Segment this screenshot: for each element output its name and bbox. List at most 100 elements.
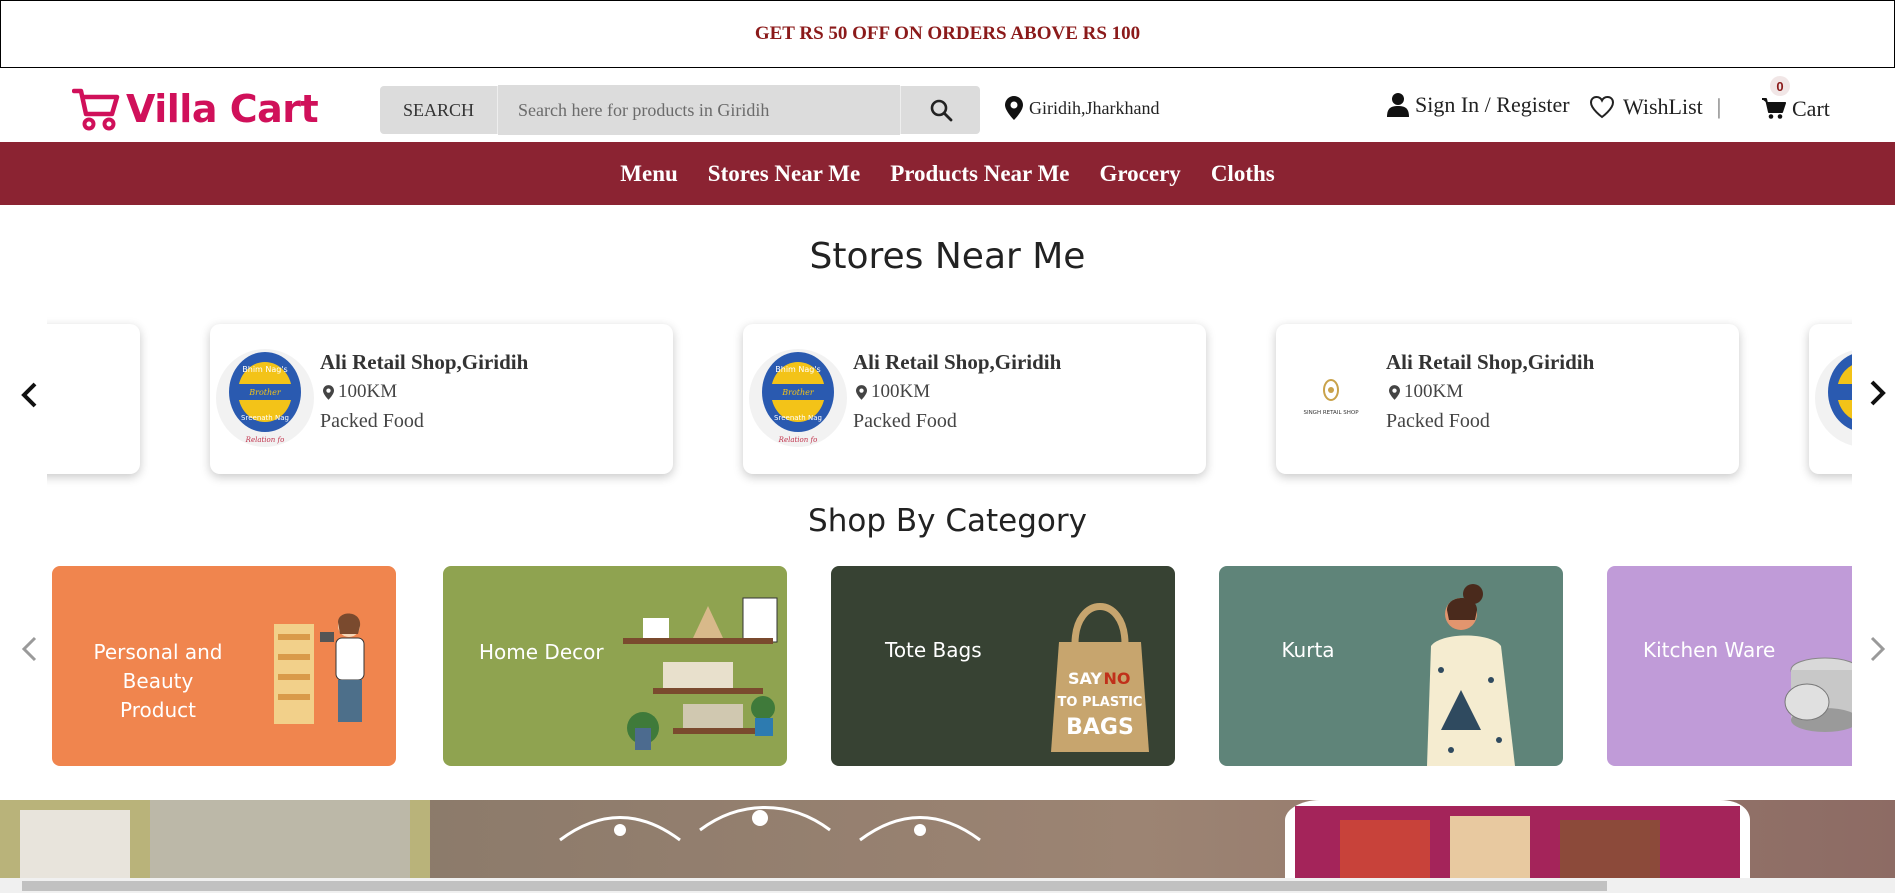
cart-count-badge: 0 (1770, 76, 1790, 96)
category-card-home-decor[interactable]: Home Decor (443, 566, 787, 766)
bhim-logo-mid-text: Brother (781, 388, 815, 397)
bhim-nags-brand-logo: Bhim Nag's Brother Sreenath Nag Relation… (762, 352, 834, 444)
category-card-personal-beauty[interactable]: Personal and Beauty Product (52, 566, 396, 766)
bhim-nags-brand-logo (1828, 354, 1852, 430)
cart-link[interactable]: Cart (1762, 96, 1830, 122)
category-label-line1: Personal and Beauty (93, 640, 223, 693)
stores-prev-arrow[interactable] (16, 380, 42, 410)
promo-image-banner[interactable] (0, 800, 1895, 882)
store-card[interactable]: Bhim Nag's Brother Sreenath Nag Relation… (210, 324, 673, 474)
map-pin-icon (1005, 96, 1023, 120)
bhim-logo-bottom-text: Sreenath Nag (774, 414, 822, 422)
store-card-partial-right[interactable] (1809, 324, 1852, 474)
category-label-line2: Product (120, 698, 196, 722)
heart-icon (1589, 95, 1615, 119)
category-next-arrow[interactable] (1865, 634, 1891, 664)
nav-products-near-me[interactable]: Products Near Me (890, 161, 1069, 187)
chevron-left-icon (21, 382, 37, 408)
store-name: Ali Retail Shop,Giridih (853, 350, 1062, 374)
bhim-logo-top-text: Bhim Nag's (242, 365, 287, 374)
stores-carousel: Bhim Nag's Brother Sreenath Nag Relation… (47, 310, 1852, 500)
tote-bag-illustration: SAY NO TO PLASTIC BAGS (1051, 603, 1149, 752)
store-category: Packed Food (1386, 410, 1490, 432)
bhim-logo-bottom-text: Sreenath Nag (241, 414, 289, 422)
header: Villa Cart SEARCH Giridih,Jharkhand Sign… (0, 68, 1895, 142)
brand-logo[interactable]: Villa Cart (72, 86, 319, 132)
steel-pot-illustration (1784, 657, 1852, 732)
bhim-logo-tag-text: Relation fo (245, 436, 285, 444)
category-label: Kurta (1281, 638, 1335, 662)
search-bar: SEARCH (380, 85, 980, 135)
woman-shopping-illustration (274, 613, 365, 724)
promo-banner: GET RS 50 OFF ON ORDERS ABOVE RS 100 (0, 0, 1895, 68)
map-pin-icon (856, 384, 867, 400)
store-card-partial-left[interactable] (47, 324, 140, 474)
location-text: Giridih,Jharkhand (1029, 97, 1160, 118)
store-distance: 100KM (856, 381, 930, 403)
nav-stores-near-me[interactable]: Stores Near Me (708, 161, 860, 187)
wishlist-label: WishList (1623, 94, 1703, 119)
nav-separator: | (1716, 94, 1722, 119)
category-card-tote-bags[interactable]: Tote Bags SAY NO TO PLASTIC BAGS (831, 566, 1175, 766)
store-category: Packed Food (320, 410, 424, 432)
chevron-right-icon (1870, 636, 1886, 662)
store-card[interactable]: SINGH RETAIL SHOP Ali Retail Shop,Giridi… (1276, 324, 1739, 474)
store-distance: 100KM (323, 381, 397, 403)
scrollbar-thumb[interactable] (22, 881, 1607, 891)
tote-bag-text-no: NO (1104, 669, 1131, 688)
wishlist-link[interactable]: WishList | (1589, 94, 1721, 120)
store-distance: 100KM (1389, 381, 1463, 403)
store-distance-value: 100KM (871, 381, 931, 402)
store-logo: Bhim Nag's Brother Sreenath Nag Relation… (216, 349, 314, 447)
brand-name: Villa Cart (126, 87, 319, 131)
saree-collection-banner-image (0, 800, 1750, 882)
tote-bag-text-say: SAY (1068, 669, 1102, 688)
category-card-kitchen-ware[interactable]: Kitchen Ware (1607, 566, 1852, 766)
chevron-left-icon (21, 636, 37, 662)
nav-grocery[interactable]: Grocery (1100, 161, 1181, 187)
store-name: Ali Retail Shop,Giridih (1386, 350, 1595, 374)
bhim-nags-brand-logo: Bhim Nag's Brother Sreenath Nag Relation… (229, 352, 301, 444)
horizontal-scrollbar[interactable] (0, 878, 1895, 893)
category-carousel: Personal and Beauty Product Home Decor T… (52, 566, 1852, 768)
user-icon (1387, 93, 1409, 117)
search-button[interactable] (900, 86, 980, 134)
cart-icon (1762, 98, 1786, 119)
store-distance-value: 100KM (1404, 381, 1464, 402)
sign-in-link[interactable]: Sign In / Register (1387, 92, 1570, 118)
category-prev-arrow[interactable] (16, 634, 42, 664)
store-logo: SINGH RETAIL SHOP (1282, 349, 1380, 447)
promo-text: GET RS 50 OFF ON ORDERS ABOVE RS 100 (754, 23, 1141, 44)
category-label: Home Decor (479, 640, 604, 664)
singh-retail-shop-logo: SINGH RETAIL SHOP (1303, 379, 1359, 416)
main-navigation: Menu Stores Near Me Products Near Me Gro… (0, 142, 1895, 205)
store-distance-value: 100KM (338, 381, 398, 402)
store-logo (1815, 349, 1852, 447)
search-label: SEARCH (380, 86, 498, 134)
category-section-title: Shop By Category (808, 503, 1087, 539)
category-card-kurta[interactable]: Kurta (1219, 566, 1563, 766)
store-card[interactable]: Bhim Nag's Brother Sreenath Nag Relation… (743, 324, 1206, 474)
tote-bag-text-bags: BAGS (1066, 715, 1134, 740)
woman-in-kurta-illustration (1427, 584, 1515, 766)
bhim-logo-mid-text: Brother (248, 388, 282, 397)
category-label: Personal and Beauty Product (58, 638, 258, 725)
store-logo: Bhim Nag's Brother Sreenath Nag Relation… (749, 349, 847, 447)
category-label: Tote Bags (885, 638, 982, 662)
stores-next-arrow[interactable] (1865, 378, 1891, 408)
search-input[interactable] (498, 85, 900, 135)
tote-bag-text-plastic: TO PLASTIC (1058, 695, 1143, 710)
map-pin-icon (1389, 384, 1400, 400)
nav-cloths[interactable]: Cloths (1211, 161, 1275, 187)
location-selector[interactable]: Giridih,Jharkhand (1005, 96, 1159, 120)
map-pin-icon (323, 384, 334, 400)
home-decor-shelves-illustration (623, 597, 778, 750)
store-category: Packed Food (853, 410, 957, 432)
singh-logo-text: SINGH RETAIL SHOP (1303, 410, 1359, 416)
shopping-cart-logo-icon (72, 88, 120, 131)
store-name: Ali Retail Shop,Giridih (320, 350, 529, 374)
cart-label: Cart (1792, 96, 1830, 121)
bhim-logo-tag-text: Relation fo (778, 436, 818, 444)
sign-in-label: Sign In / Register (1415, 92, 1570, 117)
nav-menu[interactable]: Menu (620, 161, 678, 187)
